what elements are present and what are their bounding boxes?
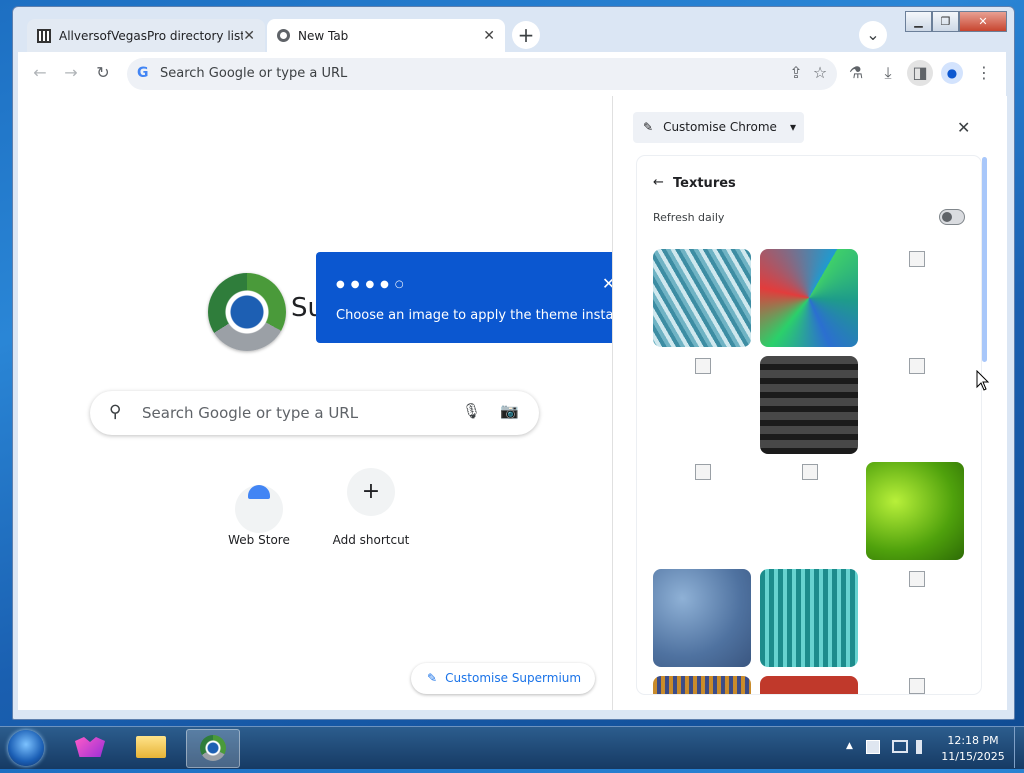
texture-thumbnail[interactable] [760, 356, 858, 454]
customise-label: Customise Supermium [445, 671, 582, 685]
supermium-logo [208, 273, 286, 351]
chevron-down-icon: ▾ [789, 120, 796, 134]
close-window-button[interactable]: ✕ [959, 11, 1007, 32]
tab-close-icon[interactable]: ✕ [243, 28, 255, 44]
plus-icon: + [347, 468, 395, 516]
google-icon: G [137, 65, 149, 81]
shortcut-web-store[interactable] [235, 468, 283, 533]
ntp-search-placeholder: Search Google or type a URL [142, 404, 359, 422]
tab-new-tab[interactable]: New Tab ✕ [267, 19, 505, 52]
clock-date: 11/15/2025 [941, 750, 1005, 763]
microphone-icon[interactable]: 🎙 [462, 402, 481, 420]
close-side-panel-icon[interactable]: ✕ [957, 118, 970, 137]
texture-thumbnail[interactable] [760, 249, 858, 347]
back-icon[interactable]: ← [29, 62, 51, 84]
show-desktop-button[interactable] [1014, 727, 1024, 768]
share-icon[interactable]: ⇪ [785, 62, 807, 84]
action-center-icon[interactable] [866, 740, 880, 754]
forward-icon[interactable]: → [60, 62, 82, 84]
add-shortcut-button[interactable]: + [347, 468, 395, 516]
taskbar-explorer-icon[interactable] [125, 729, 177, 766]
texture-thumbnail[interactable] [653, 569, 751, 667]
side-panel-selector[interactable]: ✎ Customise Chrome ▾ [633, 112, 804, 143]
texture-thumbnail[interactable] [866, 462, 964, 560]
taskbar-app-icon[interactable] [64, 729, 116, 766]
bookmark-star-icon[interactable]: ☆ [809, 62, 831, 84]
tab-directory-listing[interactable]: AllversofVegasPro directory listin ✕ [27, 19, 265, 52]
texture-thumbnail[interactable] [760, 569, 858, 667]
tooltip-step-dots: ●●●●○ [336, 279, 410, 290]
clock-time: 12:18 PM [947, 734, 999, 747]
refresh-daily-toggle[interactable] [939, 209, 965, 225]
system-clock[interactable]: 12:18 PM 11/15/2025 [938, 733, 1008, 765]
taskbar-browser-icon[interactable] [186, 729, 240, 768]
texture-thumbnail[interactable] [653, 249, 751, 347]
tab-search-button[interactable]: ⌄ [859, 21, 887, 49]
broken-image-icon[interactable] [909, 358, 925, 374]
shortcut-label: Web Store [228, 533, 290, 547]
menu-icon[interactable]: ⋮ [973, 62, 995, 84]
extension-icon[interactable]: ⚗ [845, 62, 867, 84]
tooltip-message: Choose an image to apply the theme insta… [336, 308, 639, 323]
shortcut-label: Add shortcut [332, 533, 410, 547]
network-icon[interactable] [892, 740, 908, 753]
fox-app-icon [75, 737, 105, 757]
archive-icon [37, 28, 51, 43]
selector-label: Customise Chrome [663, 120, 777, 134]
broken-image-icon[interactable] [909, 251, 925, 267]
theme-tooltip: ●●●●○ ✕ Choose an image to apply the the… [316, 252, 649, 343]
refresh-daily-label: Refresh daily [653, 211, 725, 224]
pencil-icon: ✎ [427, 671, 438, 685]
pencil-icon: ✎ [643, 120, 654, 134]
minimize-button[interactable]: ▁ [905, 11, 932, 32]
tab-title: AllversofVegasPro directory listin [59, 28, 244, 43]
tab-title: New Tab [298, 28, 349, 43]
search-icon: ⚲ [109, 402, 122, 422]
back-arrow-icon[interactable]: ← [653, 175, 664, 190]
maximize-button[interactable]: ❐ [932, 11, 959, 32]
webstore-icon [235, 485, 283, 533]
panel-scrollbar[interactable] [982, 157, 987, 362]
mouse-cursor-icon [976, 370, 990, 391]
start-button[interactable] [8, 730, 44, 766]
omnibox[interactable]: G Search Google or type a URL [127, 58, 837, 90]
broken-image-icon[interactable] [695, 464, 711, 480]
broken-image-icon[interactable] [909, 678, 925, 694]
camera-icon[interactable]: 📷 [500, 402, 519, 420]
texture-thumbnail[interactable] [653, 676, 751, 694]
broken-image-icon[interactable] [802, 464, 818, 480]
new-tab-button[interactable]: + [512, 21, 540, 49]
profile-avatar[interactable]: ● [941, 62, 963, 84]
texture-thumbnail[interactable] [760, 676, 858, 694]
section-title: Textures [673, 176, 736, 191]
volume-muted-icon[interactable] [916, 740, 930, 754]
customise-supermium-button[interactable]: ✎ Customise Supermium [411, 663, 595, 694]
broken-image-icon[interactable] [909, 571, 925, 587]
supermium-icon [200, 735, 226, 761]
broken-image-icon[interactable] [695, 358, 711, 374]
folder-icon [136, 736, 166, 758]
tray-expand-icon[interactable]: ▲ [846, 741, 853, 751]
chrome-icon [277, 29, 290, 42]
download-icon[interactable]: ⤓ [877, 62, 899, 84]
side-panel-icon[interactable]: ◨ [907, 60, 933, 86]
tab-close-icon[interactable]: ✕ [483, 28, 495, 44]
omnibox-placeholder: Search Google or type a URL [160, 66, 348, 81]
reload-icon[interactable]: ↻ [92, 62, 114, 84]
ntp-search-box[interactable]: ⚲ Search Google or type a URL 🎙 📷 [90, 391, 539, 435]
